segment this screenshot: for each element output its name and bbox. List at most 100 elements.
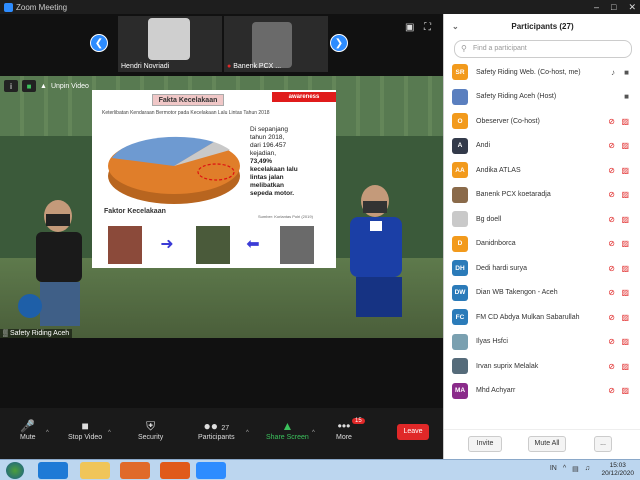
participant-row[interactable]: Bg doell ⊘ ▨ [444,207,640,232]
thumb-name: Banenk PCX ... [233,63,282,70]
browser-icon[interactable] [38,462,68,479]
video-camera-off-icon[interactable]: ▨ [621,190,629,199]
minimize-icon[interactable]: – [594,2,599,13]
participants-options-caret[interactable]: ^ [246,430,249,436]
avatar [452,211,468,228]
microphone-muted-icon[interactable]: ⊘ [608,288,615,297]
more-dots-icon: ••• [337,419,351,433]
video-camera-off-icon[interactable]: ▨ [621,215,629,224]
participant-row[interactable]: D Danidnborca ⊘ ▨ [444,232,640,257]
participant-row[interactable]: FC FM CD Abdya Mulkan Sabarullah ⊘ ▨ [444,305,640,330]
participant-row[interactable]: A Andi ⊘ ▨ [444,134,640,159]
video-camera-off-icon[interactable]: ▨ [621,313,629,322]
title-bar: Zoom Meeting – □ ✕ [0,0,640,14]
participant-thumbnail[interactable]: Hendri Novriadi [118,16,222,72]
avatar: DH [452,260,468,277]
thumb-name: Hendri Novriadi [121,63,170,70]
video-camera-off-icon[interactable]: ▨ [621,166,629,175]
media-player-icon[interactable] [120,462,150,479]
network-icon[interactable]: ▤ [572,465,579,473]
avatar: AA [452,162,468,179]
video-camera-icon[interactable]: ■ [624,92,629,101]
video-options-caret[interactable]: ^ [108,430,111,436]
microphone-muted-icon[interactable]: ⊘ [608,313,615,322]
mute-button[interactable]: 🎤 Mute [20,418,36,441]
chevron-down-icon[interactable]: ⌄ [452,22,459,31]
avatar [452,333,468,350]
leave-button[interactable]: Leave [397,424,429,440]
microphone-muted-icon[interactable]: ⊘ [608,337,615,346]
slide-image-road [280,226,314,264]
participants-button[interactable]: ●● 27 Participants [198,418,235,441]
participant-row[interactable]: MA Mhd Achyarr ⊘ ▨ [444,379,640,404]
participant-row[interactable]: AA Andika ATLAS ⊘ ▨ [444,158,640,183]
security-button[interactable]: ⛨ Security [138,418,163,441]
participant-list: SR Safety Riding Web. (Co-host, me) ♪ ■ Safe… [444,60,640,403]
panel-more-button[interactable]: ... [594,436,612,452]
clock[interactable]: 15:03 20/12/2020 [601,462,634,478]
participant-row[interactable]: Irvan suprix Melalak ⊘ ▨ [444,354,640,379]
participant-row[interactable]: Safety Riding Aceh (Host) ■ [444,85,640,110]
microphone-muted-icon[interactable]: ⊘ [608,264,615,273]
volume-icon[interactable]: ♫ [585,465,590,473]
participant-row[interactable]: DH Dedi hardi surya ⊘ ▨ [444,256,640,281]
avatar: FC [452,309,468,326]
start-button[interactable] [6,462,24,479]
share-options-caret[interactable]: ^ [312,430,315,436]
mute-options-caret[interactable]: ^ [46,430,49,436]
avatar: DW [452,284,468,301]
close-icon[interactable]: ✕ [628,2,636,13]
search-input[interactable]: ⚲ Find a participant [454,40,632,58]
microphone-muted-icon[interactable]: ⊘ [608,362,615,371]
microphone-muted-icon[interactable]: ⊘ [608,386,615,395]
tray-arrow-icon[interactable]: ^ [563,465,566,473]
video-camera-off-icon[interactable]: ▨ [621,386,629,395]
zoom-app-icon[interactable] [196,462,226,479]
mute-all-button[interactable]: Mute All [528,436,566,452]
video-camera-off-icon[interactable]: ▨ [621,141,629,150]
participant-name: Banenk PCX koetaradja [476,191,551,199]
participant-row[interactable]: SR Safety Riding Web. (Co-host, me) ♪ ■ [444,60,640,85]
microphone-muted-icon[interactable]: ⊘ [608,117,615,126]
unpin-video-button[interactable]: Unpin Video [51,83,89,90]
fullscreen-icon[interactable]: ⛶ [424,22,431,33]
stop-video-button[interactable]: ■ Stop Video [68,418,102,441]
security-shield-icon: ⛨ [146,419,156,433]
left-arrow-icon: ⬅ [246,236,260,253]
participant-row[interactable]: O Obeserver (Co-host) ⊘ ▨ [444,109,640,134]
next-page-button[interactable]: ❯ [330,34,348,52]
microphone-muted-icon[interactable]: ⊘ [608,215,615,224]
language-indicator[interactable]: IN [550,465,557,473]
video-camera-off-icon[interactable]: ▨ [621,362,629,371]
video-camera-off-icon[interactable]: ▨ [621,239,629,248]
participants-panel: ⌄ Participants (27) ⚲ Find a participant… [443,14,640,459]
microphone-muted-icon[interactable]: ⊘ [608,190,615,199]
microphone-muted-icon[interactable]: ⊘ [608,141,615,150]
participant-row[interactable]: Ilyas Hsfci ⊘ ▨ [444,330,640,355]
panel-footer: Invite Mute All ... [444,429,640,459]
previous-page-button[interactable]: ❮ [90,34,108,52]
participant-thumbnail[interactable]: ● Banenk PCX ... [224,16,328,72]
view-toggle-icon[interactable]: ▣ [405,22,414,33]
invite-button[interactable]: Invite [468,436,502,452]
security-shield-icon[interactable]: ■ [22,80,36,92]
participant-row[interactable]: DW Dian WB Takengon - Aceh ⊘ ▨ [444,281,640,306]
firefox-icon[interactable] [160,462,190,479]
folder-icon[interactable] [80,462,110,479]
slide-source: Sumber: Korlantas Polri (2019) [258,214,313,219]
more-button[interactable]: ••• More [336,418,352,441]
maximize-icon[interactable]: □ [611,2,616,13]
share-screen-button[interactable]: ▲ Share Screen [266,418,309,441]
video-camera-off-icon[interactable]: ▨ [621,337,629,346]
video-camera-off-icon[interactable]: ▨ [621,264,629,273]
video-camera-off-icon[interactable]: ▨ [621,117,629,126]
microphone-muted-icon[interactable]: ⊘ [608,239,615,248]
participant-row[interactable]: Banenk PCX koetaradja ⊘ ▨ [444,183,640,208]
info-icon[interactable]: i [4,80,18,92]
microphone-icon[interactable]: ♪ [611,68,615,77]
video-camera-off-icon[interactable]: ▨ [621,288,629,297]
video-camera-icon[interactable]: ■ [624,68,629,77]
system-tray: IN ^ ▤ ♫ [550,465,590,473]
video-stage: ❮ Hendri Novriadi ● Banenk PCX ... ❯ ▣ ⛶ … [0,14,443,459]
microphone-muted-icon[interactable]: ⊘ [608,166,615,175]
